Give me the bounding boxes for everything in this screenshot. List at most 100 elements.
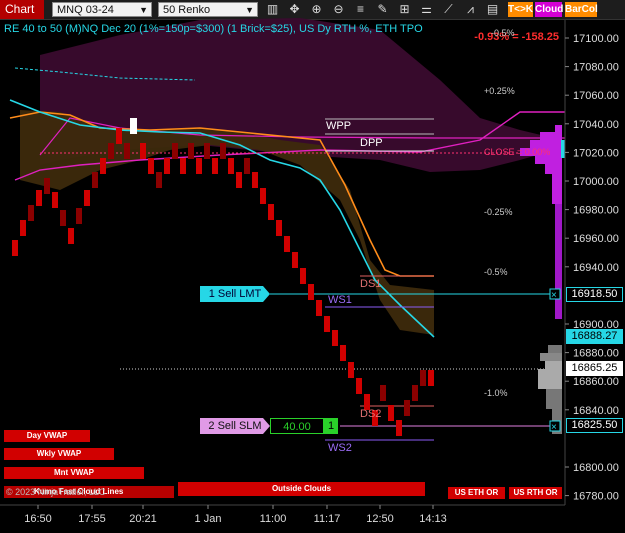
- renko-brick: [252, 172, 258, 188]
- time-tick-label: 11:00: [260, 513, 287, 525]
- renko-brick: [116, 128, 122, 144]
- price-tick-label: 16980.00: [573, 205, 619, 217]
- ws1-label: WS1: [328, 294, 352, 306]
- price-marker-sell-slm: 16825.50: [566, 418, 623, 433]
- renko-brick: [244, 158, 250, 174]
- renko-brick: [196, 158, 202, 174]
- outside-clouds-tile[interactable]: Outside Clouds: [178, 482, 425, 496]
- renko-brick: [212, 158, 218, 174]
- renko-brick: [340, 345, 346, 361]
- renko-brick: [268, 204, 274, 220]
- renko-brick: [284, 236, 290, 252]
- renko-brick: [124, 143, 130, 159]
- svg-text:×: ×: [551, 422, 557, 433]
- price-tick-label: 16840.00: [573, 405, 619, 417]
- renko-brick: [180, 158, 186, 174]
- renko-brick: [236, 172, 242, 188]
- renko-brick: [420, 370, 426, 386]
- renko-brick: [260, 188, 266, 204]
- cyan-bar-marker: [561, 140, 565, 158]
- renko-brick: [220, 143, 226, 159]
- ds1-label: DS1: [360, 278, 382, 290]
- renko-brick: [108, 143, 114, 159]
- renko-brick: [204, 143, 210, 159]
- us-eth-or-tile[interactable]: US ETH OR: [448, 487, 505, 499]
- price-tick-label: 17080.00: [573, 62, 619, 74]
- renko-brick: [308, 284, 314, 300]
- time-tick-label: 14:13: [419, 513, 447, 525]
- sell-lmt-order-tag[interactable]: 1 Sell LMT: [200, 286, 270, 302]
- ds2-label: DS2: [360, 408, 382, 420]
- white-brick-marker: [130, 118, 137, 134]
- wpp-label: WPP: [326, 120, 352, 132]
- price-tick-label: 16880.00: [573, 348, 619, 360]
- chart-banner: RE 40 to 50 (M)NQ Dec 20 (1%=150p=$300) …: [4, 23, 423, 35]
- pct-label: -0.5%: [484, 267, 508, 277]
- price-tick-label: 17100.00: [573, 33, 619, 45]
- price-tick-label: 16860.00: [573, 376, 619, 388]
- renko-brick: [388, 405, 394, 421]
- renko-brick: [292, 252, 298, 268]
- renko-brick: [300, 268, 306, 284]
- renko-brick: [332, 330, 338, 346]
- time-tick-label: 17:55: [78, 513, 106, 525]
- renko-brick: [412, 385, 418, 401]
- renko-brick: [316, 300, 322, 316]
- pct-label: -0.25%: [484, 207, 513, 217]
- renko-brick: [188, 143, 194, 159]
- price-tick-label: 17000.00: [573, 176, 619, 188]
- price-tick-label: 16960.00: [573, 233, 619, 245]
- price-tick-label: 17040.00: [573, 119, 619, 131]
- renko-brick: [396, 420, 402, 436]
- renko-brick: [44, 178, 50, 194]
- price-tick-label: 16800.00: [573, 462, 619, 474]
- time-tick-label: 1 Jan: [195, 513, 222, 525]
- price-tick-label: 17060.00: [573, 90, 619, 102]
- copyright: © 2023 NinjaTrader, LLC: [6, 487, 106, 497]
- price-tick-label: 16780.00: [573, 491, 619, 503]
- renko-brick: [28, 205, 34, 221]
- renko-brick: [12, 240, 18, 256]
- sell-slm-order-tag[interactable]: 2 Sell SLM: [200, 418, 270, 434]
- time-tick-label: 12:50: [366, 513, 394, 525]
- dpp-label: DPP: [360, 137, 383, 149]
- renko-brick: [428, 370, 434, 386]
- time-tick-label: 16:50: [24, 513, 52, 525]
- renko-brick: [60, 210, 66, 226]
- renko-brick: [324, 316, 330, 332]
- time-tick-label: 20:21: [129, 513, 157, 525]
- day-vwap-tile[interactable]: Day VWAP: [4, 430, 90, 442]
- renko-brick: [36, 190, 42, 206]
- price-marker-sell-lmt: 16918.50: [566, 287, 623, 302]
- price-tick-label: 16940.00: [573, 262, 619, 274]
- pct-label: -1.0%: [484, 388, 508, 398]
- renko-brick: [404, 400, 410, 416]
- renko-brick: [172, 143, 178, 159]
- renko-brick: [100, 158, 106, 174]
- renko-brick: [20, 220, 26, 236]
- price-marker-cyan: 16888.27: [566, 329, 623, 344]
- sell-slm-count[interactable]: 1: [324, 418, 338, 434]
- price-tick-label: 17020.00: [573, 147, 619, 159]
- renko-brick: [356, 378, 362, 394]
- renko-brick: [276, 220, 282, 236]
- renko-brick: [164, 158, 170, 174]
- us-rth-or-tile[interactable]: US RTH OR: [509, 487, 562, 499]
- price-marker-last: 16865.25: [566, 361, 623, 376]
- sell-slm-qty[interactable]: 40.00: [270, 418, 324, 434]
- time-tick-label: 11:17: [314, 513, 341, 525]
- wkly-vwap-tile[interactable]: Wkly VWAP: [4, 448, 114, 460]
- renko-brick: [156, 172, 162, 188]
- renko-brick: [68, 228, 74, 244]
- pct-label: +0.25%: [484, 86, 515, 96]
- renko-brick: [84, 190, 90, 206]
- renko-brick: [140, 143, 146, 159]
- renko-brick: [228, 158, 234, 174]
- renko-brick: [348, 362, 354, 378]
- renko-brick: [52, 192, 58, 208]
- pct-label: -0.5%: [491, 28, 515, 38]
- mnt-vwap-tile[interactable]: Mnt VWAP: [4, 467, 144, 479]
- ws2-label: WS2: [328, 442, 352, 454]
- renko-brick: [148, 158, 154, 174]
- renko-brick: [76, 208, 82, 224]
